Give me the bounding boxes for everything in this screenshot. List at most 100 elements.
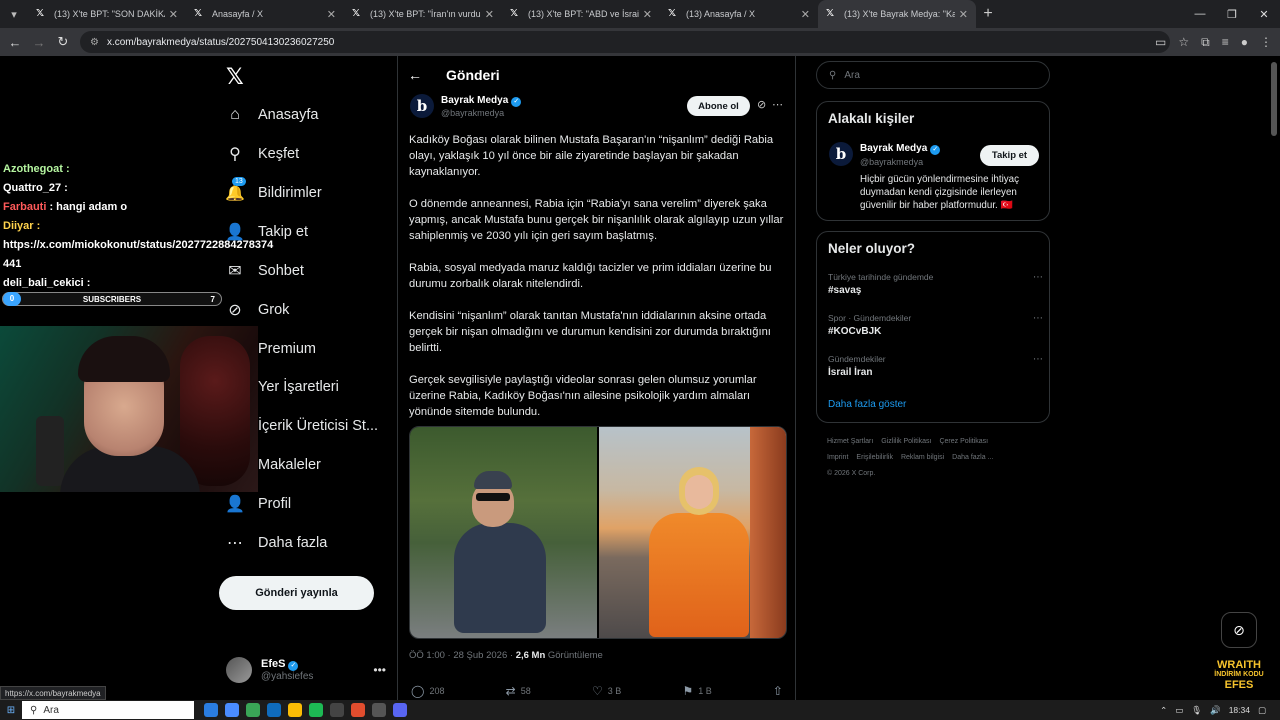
footer-link[interactable]: Imprint <box>827 454 848 461</box>
author-avatar[interactable]: b <box>410 94 434 118</box>
browser-tab[interactable]: 𝕏 (13) X'te BPT: "SON DAKİKA | Tü ✕ <box>28 0 186 28</box>
media-icon[interactable]: ≡ <box>1222 35 1229 49</box>
search-input[interactable]: ⚲ Ara <box>816 61 1050 89</box>
x-logo-icon[interactable]: 𝕏 <box>226 64 244 90</box>
browser-tab[interactable]: 𝕏 (13) Anasayfa / X ✕ <box>660 0 818 28</box>
show-more-link[interactable]: Daha fazla göster <box>828 399 906 410</box>
follow-button[interactable]: Takip et <box>980 145 1039 166</box>
search-icon: ⚲ <box>829 69 837 81</box>
footer-link[interactable]: Erişilebilirlik <box>856 454 893 461</box>
related-name[interactable]: Bayrak Medya ✓ <box>860 143 941 155</box>
restore-icon[interactable]: ❐ <box>1216 0 1248 28</box>
tab-search-icon[interactable]: ▾ <box>0 0 28 28</box>
outlook-icon[interactable] <box>267 703 281 717</box>
post-image-woman[interactable] <box>597 427 786 638</box>
tab-close-icon[interactable]: ✕ <box>327 8 336 21</box>
footer-link[interactable]: Çerez Politikası <box>939 438 988 445</box>
cast-icon[interactable]: ▭ <box>1155 35 1166 49</box>
footer-link[interactable]: © 2026 X Corp. <box>827 470 875 477</box>
tray-laptop-icon[interactable]: ▭ <box>1175 705 1183 716</box>
related-avatar[interactable]: b <box>829 142 853 166</box>
tab-close-icon[interactable]: ✕ <box>485 8 494 21</box>
taskbar-search[interactable]: ⚲ Ara <box>22 701 194 719</box>
nav-item-mail[interactable]: ✉ Sohbet <box>218 252 304 290</box>
like-button[interactable]: ♡ 3 B <box>592 684 621 698</box>
windows-start-icon[interactable]: ⊞ <box>0 705 22 716</box>
trend-more-icon[interactable]: ⋯ <box>1033 354 1043 365</box>
browser-tab[interactable]: 𝕏 Anasayfa / X ✕ <box>186 0 344 28</box>
grok-explain-icon[interactable]: ⊘ <box>757 98 766 111</box>
back-icon[interactable]: ← <box>3 35 27 50</box>
minimize-icon[interactable]: — <box>1184 0 1216 28</box>
trend-item[interactable]: Türkiye tarihinde gündemde #savaş ⋯ <box>828 272 1043 296</box>
notification-icon[interactable]: ▢ <box>1258 705 1266 716</box>
share-button[interactable]: ⇧ <box>773 684 783 698</box>
tab-close-icon[interactable]: ✕ <box>959 8 968 21</box>
chat-message: 441 <box>0 255 230 274</box>
subscribe-button[interactable]: Abone ol <box>687 96 750 116</box>
trend-item[interactable]: Spor · Gündemdekiler #KOCvBJK ⋯ <box>828 313 1043 337</box>
post-time[interactable]: ÖÖ 1:00 · 28 Şub 2026 · <box>409 650 516 661</box>
account-switcher[interactable]: EfeS ✓ @yahsiefes ••• <box>226 654 386 686</box>
post-more-icon[interactable]: ⋯ <box>772 98 783 111</box>
browser-tab[interactable]: 𝕏 (13) X'te BPT: "İran'ın vurduğu İ ✕ <box>344 0 502 28</box>
profile-avatar-icon[interactable]: ● <box>1241 35 1248 49</box>
tray-mic-icon[interactable]: 🎙 <box>1191 705 1202 716</box>
post-media[interactable] <box>409 426 787 639</box>
browser-tab[interactable]: 𝕏 (13) X'te Bayrak Medya: "Kadıkö ✕ <box>818 0 976 28</box>
copilot-icon[interactable] <box>225 703 239 717</box>
nav-item-grok[interactable]: ⊘ Grok <box>218 291 289 329</box>
edge-icon[interactable] <box>204 703 218 717</box>
tab-close-icon[interactable]: ✕ <box>801 8 810 21</box>
reload-icon[interactable]: ↻ <box>51 34 75 50</box>
close-window-icon[interactable]: ✕ <box>1248 0 1280 28</box>
footer-link[interactable]: Daha fazla ... <box>952 454 993 461</box>
reply-button[interactable]: ◯ 208 <box>411 684 444 698</box>
nav-item-more-circle[interactable]: ⋯ Daha fazla <box>218 524 327 562</box>
trend-context: Spor · Gündemdekiler <box>828 313 912 323</box>
spotify-icon[interactable] <box>309 703 323 717</box>
obs-icon[interactable] <box>372 703 386 717</box>
account-more-icon[interactable]: ••• <box>373 663 386 677</box>
related-name-text: Bayrak Medya <box>860 143 928 154</box>
site-info-icon[interactable]: ⚙ <box>90 37 99 48</box>
nav-item-search[interactable]: ⚲ Keşfet <box>218 135 299 173</box>
trend-more-icon[interactable]: ⋯ <box>1033 313 1043 324</box>
clock[interactable]: 18:34 <box>1229 705 1250 715</box>
post-button[interactable]: Gönderi yayınla <box>219 576 374 610</box>
discord-icon[interactable] <box>393 703 407 717</box>
man-sunglasses <box>476 493 510 501</box>
star-icon[interactable]: ☆ <box>1178 35 1189 49</box>
grok-floating-button[interactable]: ⊘ <box>1221 612 1257 648</box>
tray-volume-icon[interactable]: 🔊 <box>1210 705 1221 716</box>
explorer-icon[interactable] <box>288 703 302 717</box>
bookmark-button[interactable]: ⚑ 1 B <box>682 684 711 698</box>
tab-close-icon[interactable]: ✕ <box>643 8 652 21</box>
back-arrow-icon[interactable]: ← <box>398 67 432 83</box>
scrollbar[interactable] <box>1271 62 1277 136</box>
nav-item-home[interactable]: ⌂ Anasayfa <box>218 96 318 134</box>
trend-item[interactable]: Gündemdekiler İsrail İran ⋯ <box>828 354 1043 378</box>
footer-link[interactable]: Hizmet Şartları <box>827 438 873 445</box>
tab-close-icon[interactable]: ✕ <box>169 8 178 21</box>
author-handle[interactable]: @bayrakmedya <box>441 108 504 118</box>
footer-link[interactable]: Gizlilik Politikası <box>881 438 931 445</box>
url-field[interactable]: ⚙ x.com/bayrakmedya/status/2027504130236… <box>80 31 1170 53</box>
trend-more-icon[interactable]: ⋯ <box>1033 272 1043 283</box>
chrome-icon[interactable] <box>351 703 365 717</box>
repost-button[interactable]: ⇄ 58 <box>506 684 531 698</box>
store-icon[interactable] <box>246 703 260 717</box>
extensions-icon[interactable]: ⧉ <box>1201 35 1210 50</box>
new-tab-button[interactable]: + <box>976 5 1000 23</box>
author-name[interactable]: Bayrak Medya ✓ <box>441 95 522 107</box>
browser-tab[interactable]: 𝕏 (13) X'te BPT: "ABD ve İsrail'in İr ✕ <box>502 0 660 28</box>
nav-item-bell[interactable]: 🔔 13 Bildirimler <box>218 174 322 212</box>
app-icon[interactable] <box>330 703 344 717</box>
footer-link[interactable]: Reklam bilgisi <box>901 454 944 461</box>
related-handle[interactable]: @bayrakmedya <box>860 157 923 167</box>
post-image-man[interactable] <box>410 427 597 638</box>
tab-title: (13) X'te BPT: "ABD ve İsrail'in İr <box>528 9 639 19</box>
forward-icon[interactable]: → <box>27 35 51 50</box>
tray-chevron-icon[interactable]: ⌃ <box>1160 705 1167 716</box>
menu-icon[interactable]: ⋮ <box>1260 35 1272 49</box>
